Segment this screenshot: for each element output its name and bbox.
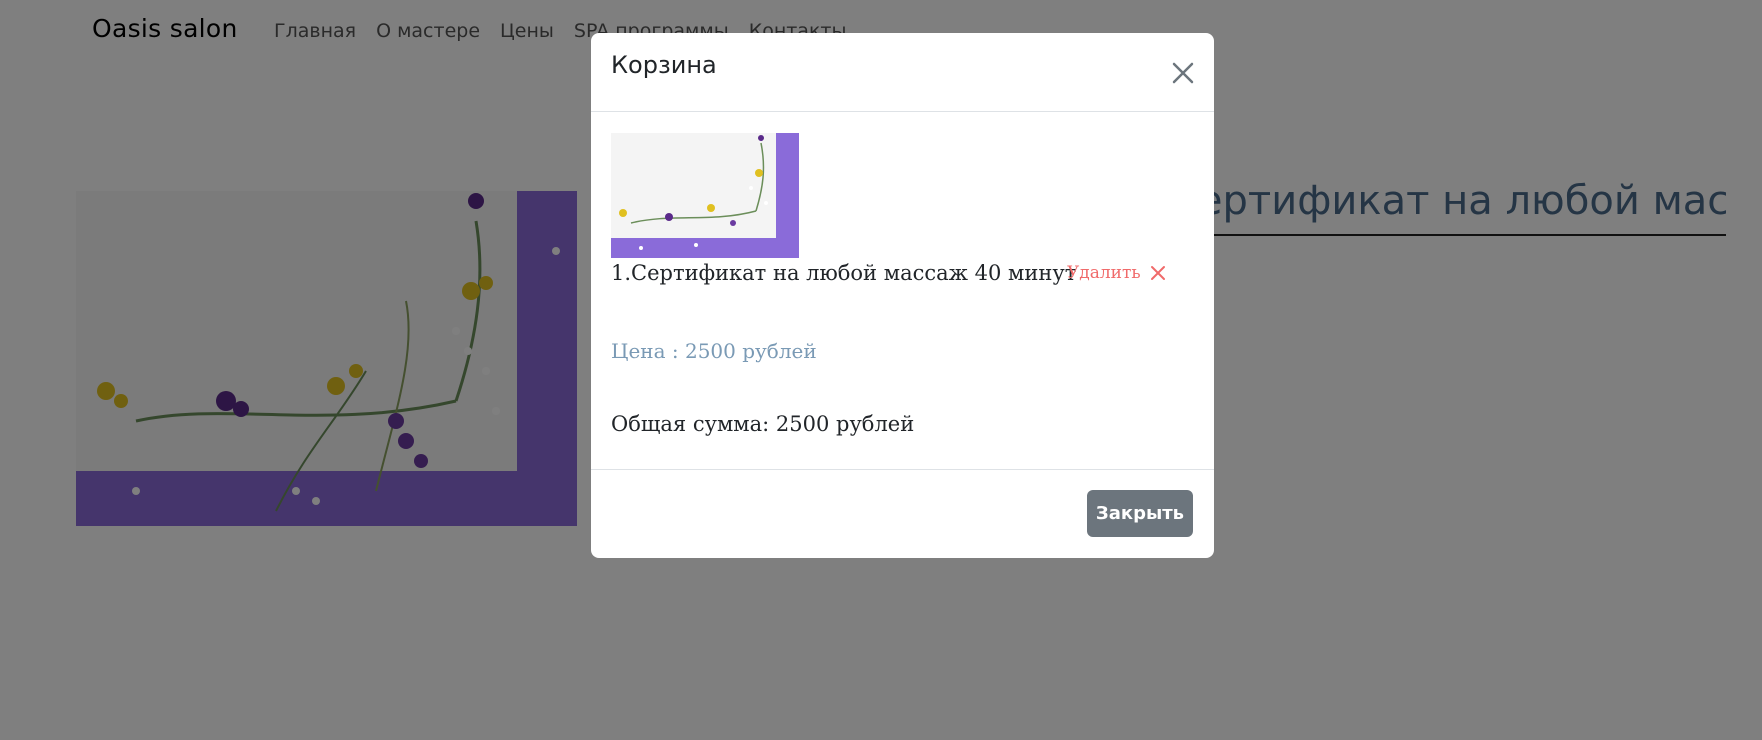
cart-item-image <box>611 133 799 258</box>
close-icon <box>1150 266 1165 280</box>
close-icon[interactable] <box>1169 59 1197 87</box>
remove-item-button[interactable]: Удалить <box>1067 263 1167 283</box>
cart-total: Общая сумма: 2500 рублей <box>611 412 915 436</box>
close-button[interactable]: Закрыть <box>1087 490 1193 537</box>
cart-item-price: Цена : 2500 рублей <box>611 339 817 363</box>
remove-label: Удалить <box>1067 263 1141 283</box>
cart-modal: Корзина 1.Сертификат на любой массаж 40 <box>591 33 1214 558</box>
flowers-photo <box>611 133 799 258</box>
modal-title: Корзина <box>611 51 717 79</box>
cart-item-name: 1.Сертификат на любой массаж 40 минут <box>611 261 1077 285</box>
modal-footer: Закрыть <box>591 469 1214 558</box>
modal-header: Корзина <box>591 33 1214 112</box>
